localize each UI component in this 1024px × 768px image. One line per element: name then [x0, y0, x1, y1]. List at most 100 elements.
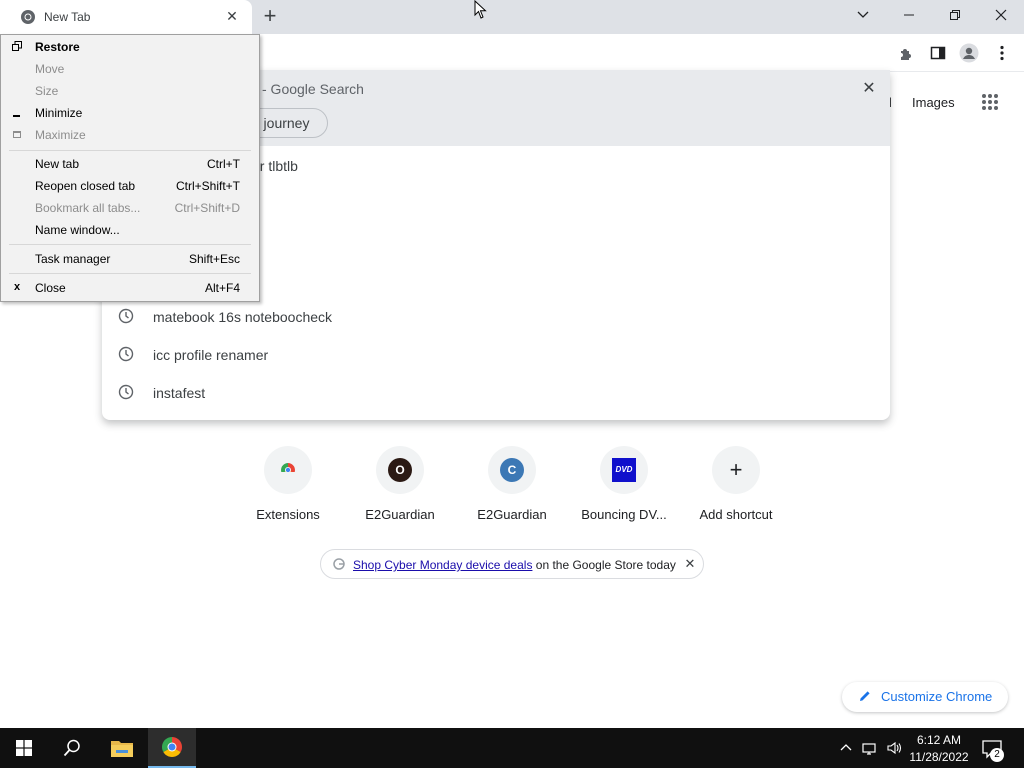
taskbar-clock[interactable]: 6:12 AM 11/28/2022 [906, 731, 972, 765]
google-apps-icon[interactable] [981, 93, 999, 111]
menu-item-label: Bookmark all tabs... [35, 201, 141, 215]
history-suggestion-item[interactable]: instafest [102, 374, 890, 412]
side-panel-icon[interactable] [928, 43, 948, 63]
close-window-button[interactable] [978, 0, 1024, 30]
mouse-cursor-icon [474, 0, 487, 19]
customize-chrome-button[interactable]: Customize Chrome [842, 682, 1008, 712]
tab-close-icon[interactable]: ✕ [224, 8, 240, 24]
promo-link[interactable]: Shop Cyber Monday device deals [353, 558, 532, 572]
menu-item-maximize: Maximize [1, 124, 259, 146]
promo-banner: Shop Cyber Monday device deals on the Go… [320, 549, 704, 579]
history-suggestion-item[interactable]: icc profile renamer [102, 336, 890, 374]
menu-item-shortcut: Ctrl+T [207, 157, 240, 171]
menu-item-move: Move [1, 58, 259, 80]
history-suggestion-text: matebook 16s noteboocheck [153, 309, 333, 325]
menu-separator [9, 244, 251, 245]
menu-item-reopen-closed-tab[interactable]: Reopen closed tab Ctrl+Shift+T [1, 175, 259, 197]
show-hidden-icons-icon[interactable] [838, 740, 854, 756]
shortcut-icon-bg: C [488, 446, 536, 494]
menu-item-close[interactable]: x Close Alt+F4 [1, 277, 259, 299]
promo-rest-text: on the Google Store today [532, 558, 676, 572]
menu-item-label: Maximize [35, 128, 86, 142]
shortcut-label: Extensions [256, 507, 320, 522]
menu-item-label: Reopen closed tab [35, 179, 136, 193]
history-clock-icon [118, 346, 134, 362]
screen: New Tab ✕ + il Images [0, 0, 1024, 768]
google-g-icon [333, 558, 345, 570]
menu-item-label: Name window... [35, 223, 120, 237]
notification-count-badge: 2 [990, 748, 1004, 762]
close-icon [995, 9, 1007, 21]
add-shortcut-button[interactable]: + Add shortcut [680, 444, 792, 534]
menu-item-shortcut: Ctrl+Shift+T [175, 179, 240, 193]
maximize-icon [13, 131, 21, 138]
minimize-window-button[interactable] [886, 0, 932, 30]
profile-avatar-icon[interactable] [959, 43, 979, 63]
restore-window-button[interactable] [932, 0, 978, 30]
tab-title: New Tab [44, 10, 91, 24]
menu-separator [9, 150, 251, 151]
taskbar-chrome[interactable] [148, 728, 196, 768]
promo-close-icon[interactable]: ✕ [682, 556, 698, 572]
shortcut-label: E2Guardian [365, 507, 435, 522]
history-suggestion-text: icc profile renamer [153, 347, 269, 363]
menu-item-restore[interactable]: Restore [1, 36, 259, 58]
menu-item-label: New tab [35, 157, 80, 171]
customize-chrome-label: Customize Chrome [881, 689, 993, 704]
taskbar-search-button[interactable] [48, 728, 96, 768]
more-menu-icon[interactable] [992, 43, 1012, 63]
tab-search-button[interactable] [840, 0, 886, 30]
shortcut-extensions[interactable]: Extensions [232, 444, 344, 534]
shortcut-label: Bouncing DV... [581, 507, 667, 522]
menu-item-task-manager[interactable]: Task manager Shift+Esc [1, 248, 259, 270]
images-link[interactable]: Images [912, 95, 955, 110]
minimize-icon [13, 115, 20, 117]
taskbar-file-explorer[interactable] [98, 728, 146, 768]
shortcut-bouncing-dvd[interactable]: DVD Bouncing DV... [568, 444, 680, 534]
clock-time: 6:12 AM [916, 733, 962, 747]
menu-item-minimize[interactable]: Minimize [1, 102, 259, 124]
chrome-icon [162, 737, 182, 757]
menu-item-shortcut: Ctrl+Shift+D [174, 201, 240, 215]
menu-item-label: Restore [35, 40, 80, 54]
menu-item-shortcut: Shift+Esc [188, 252, 240, 266]
history-suggestion-item[interactable]: matebook 16s noteboocheck [102, 298, 890, 336]
restore-icon [950, 10, 960, 20]
menu-item-new-tab[interactable]: New tab Ctrl+T [1, 153, 259, 175]
minimize-icon [904, 14, 914, 16]
plus-icon: + [729, 457, 743, 482]
windows-logo-icon [16, 740, 32, 756]
volume-icon[interactable] [886, 740, 902, 756]
shortcut-e2guardian-c[interactable]: C E2Guardian [456, 444, 568, 534]
menu-item-label: Size [35, 84, 59, 98]
new-tab-button[interactable]: + [258, 5, 282, 29]
network-icon[interactable] [862, 740, 878, 756]
shortcut-icon-bg: O [376, 446, 424, 494]
history-suggestion-text: instafest [153, 385, 206, 401]
promo-text: Shop Cyber Monday device deals on the Go… [353, 558, 676, 572]
menu-item-bookmark-all-tabs: Bookmark all tabs... Ctrl+Shift+D [1, 197, 259, 219]
letter-c-icon: C [500, 458, 524, 482]
tab-strip: New Tab ✕ + [0, 0, 1024, 34]
chevron-down-icon [857, 11, 869, 18]
shortcut-e2guardian-o[interactable]: O E2Guardian [344, 444, 456, 534]
search-suggestion-text: - Google Search [262, 81, 364, 97]
search-icon [63, 739, 80, 757]
shortcut-icon-bg: DVD [600, 446, 648, 494]
chrome-favicon-icon [21, 10, 35, 24]
remove-suggestion-icon[interactable]: ✕ [860, 80, 878, 98]
menu-item-label: Move [35, 62, 65, 76]
menu-item-shortcut: Alt+F4 [204, 281, 240, 295]
menu-item-size: Size [1, 80, 259, 102]
tab-new-tab[interactable]: New Tab ✕ [0, 0, 252, 34]
menu-item-name-window[interactable]: Name window... [1, 219, 259, 241]
pencil-icon [860, 691, 870, 701]
close-icon: x [13, 281, 21, 293]
menu-separator [9, 273, 251, 274]
letter-o-icon: O [388, 458, 412, 482]
restore-icon [12, 41, 22, 51]
start-button[interactable] [0, 728, 48, 768]
extensions-puzzle-icon[interactable] [896, 43, 916, 63]
shortcut-icon-bg [264, 446, 312, 494]
history-clock-icon [118, 308, 134, 324]
